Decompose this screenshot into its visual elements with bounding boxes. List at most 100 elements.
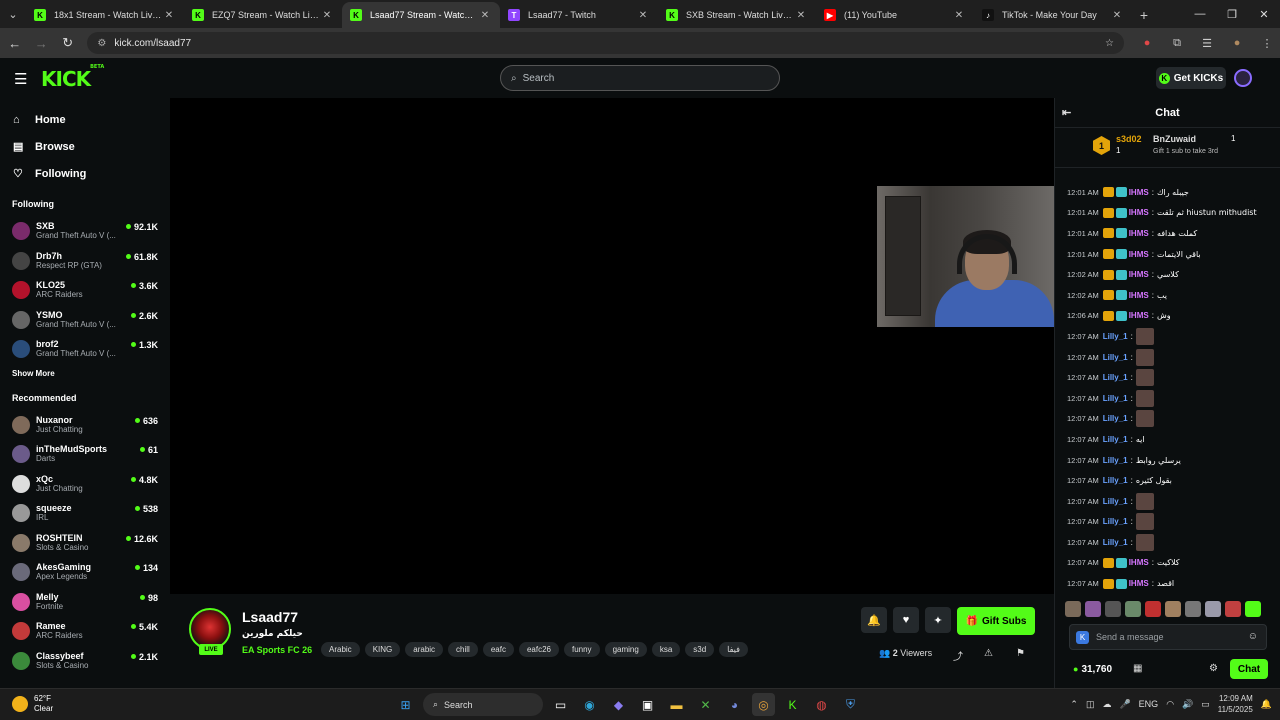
menu-icon[interactable]: ☰ (14, 70, 27, 88)
stream-tag[interactable]: KING (364, 642, 401, 657)
message-username[interactable]: IHMS (1129, 208, 1149, 217)
emote-option-icon[interactable] (1245, 601, 1261, 617)
channel-item[interactable]: Nuxanor Just Chatting 636 (0, 413, 170, 443)
tab-list-icon[interactable]: ☰ (1194, 32, 1220, 54)
message-username[interactable]: Lilly_1 (1103, 353, 1128, 362)
back-icon[interactable]: ← (3, 31, 26, 55)
tab-close-icon[interactable]: ✕ (794, 10, 808, 21)
message-username[interactable]: IHMS (1129, 229, 1149, 238)
message-username[interactable]: IHMS (1129, 250, 1149, 259)
follow-button[interactable]: ♥ (893, 607, 919, 633)
weather-widget[interactable]: 62°F Clear (12, 694, 53, 714)
message-username[interactable]: IHMS (1129, 291, 1149, 300)
channel-item[interactable]: brof2 Grand Theft Auto V (... 1.3K (0, 337, 170, 367)
maximize-icon[interactable]: ❐ (1216, 0, 1248, 28)
send-chat-button[interactable]: Chat (1230, 659, 1268, 679)
show-more-button[interactable]: Show More (0, 369, 170, 385)
channel-item[interactable]: Melly Fortnite 98 (0, 590, 170, 620)
channel-item[interactable]: SXB Grand Theft Auto V (... 92.1K (0, 219, 170, 249)
tray-chevron-icon[interactable]: ⌃ (1070, 699, 1078, 710)
channel-item[interactable]: Ramee ARC Raiders 5.4K (0, 619, 170, 649)
close-window-icon[interactable]: ✕ (1248, 0, 1280, 28)
tab-close-icon[interactable]: ✕ (636, 10, 650, 21)
language-indicator[interactable]: ENG (1139, 699, 1159, 709)
notification-icon[interactable]: 🔔 (1261, 699, 1272, 710)
kick-emote-icon[interactable]: K (1076, 631, 1089, 644)
gift-subs-button[interactable]: 🎁 Gift Subs (957, 607, 1035, 635)
minimize-icon[interactable]: — (1184, 0, 1216, 28)
message-username[interactable]: IHMS (1129, 558, 1149, 567)
stream-tag[interactable]: funny (563, 642, 600, 657)
channel-item[interactable]: AkesGaming Apex Legends 134 (0, 560, 170, 590)
emote-option-icon[interactable] (1065, 601, 1081, 617)
nav-home[interactable]: ⌂ Home (0, 106, 170, 133)
browser-tab[interactable]: T Lsaad77 - Twitch ✕ (500, 2, 658, 28)
kick-app-icon[interactable]: K (781, 693, 804, 716)
store-icon[interactable]: ▣ (636, 693, 659, 716)
leader-1-name[interactable]: s3d02 (1116, 134, 1142, 144)
search-input[interactable]: ⌕ Search (500, 65, 780, 91)
emote-option-icon[interactable] (1185, 601, 1201, 617)
browser-tab[interactable]: K SXB Stream - Watch Live on Kick✕ (658, 2, 816, 28)
stream-tag[interactable]: ksa (651, 642, 681, 657)
streamer-name[interactable]: Lsaad77 (242, 609, 298, 625)
emote-option-icon[interactable] (1145, 601, 1161, 617)
emote-option-icon[interactable] (1225, 601, 1241, 617)
stream-tag[interactable]: eafc (482, 642, 514, 657)
message-username[interactable]: Lilly_1 (1103, 332, 1128, 341)
message-username[interactable]: Lilly_1 (1103, 373, 1128, 382)
browser-tab[interactable]: K Lsaad77 Stream - Watch Live on Kick✕ (342, 2, 500, 28)
onedrive-icon[interactable]: ☁ (1102, 699, 1111, 710)
stream-tag[interactable]: gaming (604, 642, 647, 657)
tab-close-icon[interactable]: ✕ (952, 10, 966, 21)
browser-tab[interactable]: K EZQ7 Stream - Watch Live on Kick✕ (184, 2, 342, 28)
channel-item[interactable]: KLO25 ARC Raiders 3.6K (0, 278, 170, 308)
channel-item[interactable]: xQc Just Chatting 4.8K (0, 472, 170, 502)
user-action-icon[interactable]: ⚑ (1016, 648, 1025, 659)
stream-tag[interactable]: فيفا (719, 642, 748, 657)
collapse-chat-icon[interactable]: ⇤ (1062, 106, 1071, 119)
browser-menu-icon[interactable]: ⋮ (1254, 32, 1280, 54)
mic-icon[interactable]: 🎤 (1119, 699, 1130, 710)
emote-option-icon[interactable] (1085, 601, 1101, 617)
tab-search-icon[interactable]: ⌄ (0, 0, 26, 28)
calendar-icon[interactable]: ▦ (1133, 663, 1142, 674)
channel-item[interactable]: squeeze IRL 538 (0, 501, 170, 531)
tray-app-icon[interactable]: ◫ (1086, 699, 1095, 710)
message-username[interactable]: Lilly_1 (1103, 456, 1128, 465)
message-username[interactable]: IHMS (1129, 311, 1149, 320)
tab-close-icon[interactable]: ✕ (1110, 10, 1124, 21)
leader-2-name[interactable]: BnZuwaid (1153, 134, 1196, 144)
emoji-icon[interactable]: ☺ (1248, 631, 1258, 642)
channel-points[interactable]: 31,760 (1073, 664, 1112, 675)
settings-gear-icon[interactable]: ⚙ (1209, 663, 1218, 674)
taskbar-search[interactable]: ⌕ Search (423, 693, 543, 716)
channel-item[interactable]: YSMO Grand Theft Auto V (... 2.6K (0, 308, 170, 338)
message-username[interactable]: Lilly_1 (1103, 476, 1128, 485)
nav-browse[interactable]: ▤ Browse (0, 133, 170, 160)
emote-option-icon[interactable] (1205, 601, 1221, 617)
tab-close-icon[interactable]: ✕ (162, 10, 176, 21)
kick-logo[interactable]: KICKBETA (41, 64, 104, 91)
message-username[interactable]: Lilly_1 (1103, 538, 1128, 547)
message-username[interactable]: IHMS (1129, 579, 1149, 588)
emote-option-icon[interactable] (1165, 601, 1181, 617)
reload-icon[interactable]: ↻ (56, 31, 79, 55)
windows-start-icon[interactable]: ⊞ (394, 693, 417, 716)
message-username[interactable]: IHMS (1129, 270, 1149, 279)
browser-tab[interactable]: ▶ (11) YouTube ✕ (816, 2, 974, 28)
extensions-puzzle-icon[interactable]: ⧉ (1164, 32, 1190, 54)
browser-tab[interactable]: ♪ TikTok - Make Your Day ✕ (974, 2, 1132, 28)
chrome-icon[interactable]: ◎ (752, 693, 775, 716)
message-username[interactable]: Lilly_1 (1103, 414, 1128, 423)
app-icon[interactable]: ◍ (810, 693, 833, 716)
volume-icon[interactable]: 🔊 (1182, 699, 1193, 710)
channel-item[interactable]: inTheMudSports Darts 61 (0, 442, 170, 472)
clock[interactable]: 12:09 AM 11/5/2025 (1218, 693, 1253, 715)
boost-button[interactable]: ✦ (925, 607, 951, 633)
new-tab-button[interactable]: + (1132, 2, 1156, 28)
stream-tag[interactable]: Arabic (321, 642, 360, 657)
tab-close-icon[interactable]: ✕ (320, 10, 334, 21)
wifi-icon[interactable]: ◠ (1166, 699, 1174, 710)
browser-tab[interactable]: K 18x1 Stream - Watch Live on Kick✕ (26, 2, 184, 28)
